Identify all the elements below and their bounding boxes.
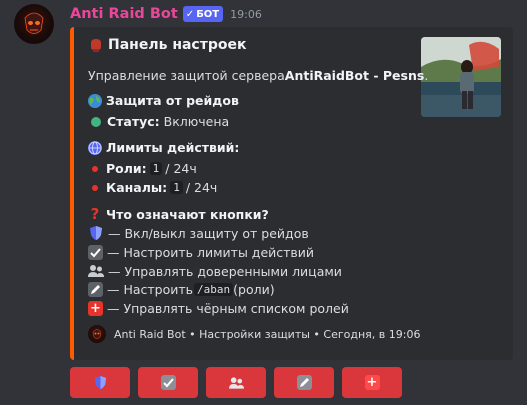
question-mark-icon: ? <box>90 205 100 223</box>
shield-icon <box>93 375 108 390</box>
help-item-text: — Настроить <box>107 282 194 297</box>
help-line-pencil: — Настроить /aban (роли) <box>88 282 275 297</box>
red-dot-icon <box>92 184 98 191</box>
embed-panel: Панель настроек Управление защитой серве… <box>70 27 513 360</box>
limits-heading-text: Лимиты действий: <box>106 140 240 155</box>
message-header: Anti Raid Bot ✓ БОТ 19:06 <box>70 4 262 24</box>
help-item-text: — Настроить лимиты действий <box>107 245 315 260</box>
embed-thumbnail[interactable] <box>421 37 501 117</box>
limits-heading: Лимиты действий: <box>88 140 239 155</box>
bot-avatar[interactable] <box>14 4 54 44</box>
pencil-icon <box>88 282 103 297</box>
server-name: AntiRaidBot - Pesns <box>284 68 425 83</box>
status-line: Статус: Включена <box>88 114 229 129</box>
checkbox-icon <box>160 375 176 390</box>
users-icon <box>228 375 244 390</box>
globe-meridians-icon <box>88 140 102 155</box>
help-item-text: — Управлять чёрным списком ролей <box>107 301 349 316</box>
roles-value: 1 <box>149 162 163 175</box>
description-suffix: . <box>424 68 429 83</box>
status-dot-icon <box>91 116 101 127</box>
users-icon <box>88 263 104 279</box>
status-label: Статус: <box>107 114 160 129</box>
roles-label: Роли: <box>106 161 147 176</box>
embed-title-text: Панель настроек <box>108 37 247 53</box>
username[interactable]: Anti Raid Bot <box>70 6 178 22</box>
roles-limit-line: Роли: 1 / 24ч <box>88 161 197 176</box>
protection-heading-text: Защита от рейдов <box>106 93 239 108</box>
protection-heading: Защита от рейдов <box>88 93 239 108</box>
message-timestamp[interactable]: 19:06 <box>230 8 262 21</box>
aban-command: /aban <box>194 283 234 296</box>
plus-icon: + <box>364 375 380 390</box>
footer-text: Anti Raid Bot • Настройки защиты • Сегод… <box>114 327 421 341</box>
description-prefix: Управление защитой сервера <box>88 68 285 83</box>
buttons-help-heading-text: Что означают кнопки? <box>106 206 269 222</box>
help-item-text: — Вкл/выкл защиту от рейдов <box>108 225 309 241</box>
checkbox-icon <box>88 245 103 260</box>
toggle-protection-button[interactable] <box>70 367 130 398</box>
aban-suffix: (роли) <box>233 282 275 297</box>
plus-icon: + <box>88 301 103 316</box>
help-item-text: — Управлять доверенными лицами <box>108 263 342 279</box>
bot-badge-label: БОТ <box>196 8 220 20</box>
embed-footer: Anti Raid Bot • Настройки защиты • Сегод… <box>88 325 420 343</box>
shield-icon <box>88 225 104 241</box>
buttons-help-heading: ? Что означают кнопки? <box>88 205 269 223</box>
action-buttons-row: + <box>70 367 410 398</box>
embed-title: Панель настроек <box>88 37 246 53</box>
bot-badge: ✓ БОТ <box>182 6 224 22</box>
channels-limit-line: Каналы: 1 / 24ч <box>88 180 217 195</box>
red-dot-icon <box>92 165 98 172</box>
help-line-shield: — Вкл/выкл защиту от рейдов <box>88 225 309 241</box>
check-icon: ✓ <box>185 8 195 20</box>
status-value: Включена <box>163 114 230 129</box>
aban-settings-button[interactable] <box>274 367 334 398</box>
role-blacklist-button[interactable]: + <box>342 367 402 398</box>
channels-period: / 24ч <box>185 180 218 195</box>
boxing-glove-icon <box>88 37 104 53</box>
action-limits-button[interactable] <box>138 367 198 398</box>
help-line-users: — Управлять доверенными лицами <box>88 263 342 279</box>
globe-icon <box>88 93 102 108</box>
channels-label: Каналы: <box>106 180 168 195</box>
trusted-users-button[interactable] <box>206 367 266 398</box>
help-line-plus: + — Управлять чёрным списком ролей <box>88 301 349 316</box>
help-line-checkbox: — Настроить лимиты действий <box>88 245 314 260</box>
channels-value: 1 <box>170 181 183 194</box>
embed-description: Управление защитой сервера AntiRaidBot -… <box>88 68 428 83</box>
footer-avatar <box>88 325 106 343</box>
roles-period: / 24ч <box>165 161 197 176</box>
pencil-icon <box>296 375 312 390</box>
